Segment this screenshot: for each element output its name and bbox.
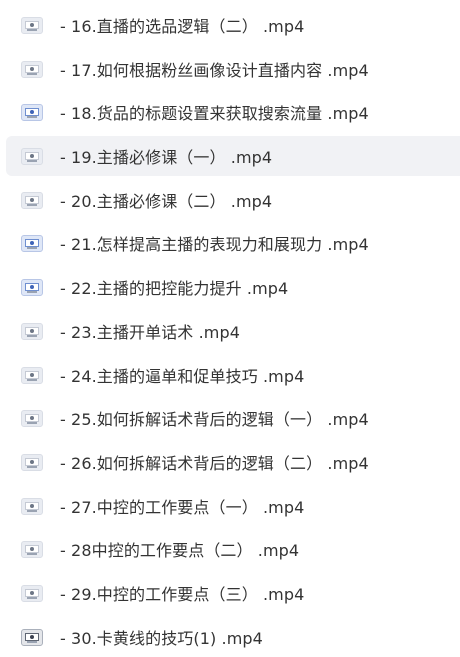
file-row[interactable]: - 17.如何根据粉丝画像设计直播内容 .mp4 [6, 49, 460, 89]
file-row[interactable]: - 21.怎样提高主播的表现力和展现力 .mp4 [6, 223, 460, 263]
file-row[interactable]: - 18.货品的标题设置来获取搜索流量 .mp4 [6, 92, 460, 132]
file-name: - 26.如何拆解话术背后的逻辑（二） .mp4 [60, 454, 369, 473]
file-row[interactable]: - 28中控的工作要点（二） .mp4 [6, 529, 460, 569]
file-name: - 18.货品的标题设置来获取搜索流量 .mp4 [60, 104, 369, 123]
video-thumbnail-icon [21, 584, 43, 602]
video-thumbnail-icon [21, 366, 43, 384]
file-name: - 29.中控的工作要点（三） .mp4 [60, 585, 305, 604]
file-name: - 23.主播开单话术 .mp4 [60, 323, 240, 342]
file-name: - 25.如何拆解话术背后的逻辑（一） .mp4 [60, 410, 369, 429]
video-thumbnail-icon [21, 322, 43, 340]
file-row-selected[interactable]: - 19.主播必修课（一） .mp4 [6, 136, 460, 176]
video-thumbnail-icon [21, 191, 43, 209]
file-row[interactable]: - 30.卡黄线的技巧(1) .mp4 [6, 617, 460, 657]
file-name: - 22.主播的把控能力提升 .mp4 [60, 279, 289, 298]
file-name: - 20.主播必修课（二） .mp4 [60, 192, 273, 211]
file-name: - 27.中控的工作要点（一） .mp4 [60, 498, 305, 517]
video-thumbnail-icon [21, 234, 43, 252]
video-thumbnail-icon [21, 540, 43, 558]
file-name: - 21.怎样提高主播的表现力和展现力 .mp4 [60, 235, 369, 254]
video-thumbnail-icon [21, 147, 43, 165]
video-thumbnail-icon [21, 103, 43, 121]
video-thumbnail-icon [21, 60, 43, 78]
video-thumbnail-icon [21, 453, 43, 471]
file-row[interactable]: - 20.主播必修课（二） .mp4 [6, 180, 460, 220]
file-name: - 24.主播的逼单和促单技巧 .mp4 [60, 367, 305, 386]
file-list: - 16.直播的选品逻辑（二） .mp4 - 17.如何根据粉丝画像设计直播内容… [0, 0, 460, 654]
video-thumbnail-icon [21, 497, 43, 515]
file-name: - 30.卡黄线的技巧(1) .mp4 [60, 629, 263, 648]
file-name: - 28中控的工作要点（二） .mp4 [60, 541, 300, 560]
video-thumbnail-icon [21, 409, 43, 427]
file-name: - 17.如何根据粉丝画像设计直播内容 .mp4 [60, 61, 369, 80]
file-row[interactable]: - 16.直播的选品逻辑（二） .mp4 [6, 5, 460, 45]
file-row[interactable]: - 24.主播的逼单和促单技巧 .mp4 [6, 355, 460, 395]
file-row[interactable]: - 22.主播的把控能力提升 .mp4 [6, 267, 460, 307]
file-name: - 19.主播必修课（一） .mp4 [60, 148, 273, 167]
video-thumbnail-icon [21, 278, 43, 296]
file-row[interactable]: - 29.中控的工作要点（三） .mp4 [6, 573, 460, 613]
file-row[interactable]: - 25.如何拆解话术背后的逻辑（一） .mp4 [6, 398, 460, 438]
video-thumbnail-icon [21, 628, 43, 646]
file-row[interactable]: - 27.中控的工作要点（一） .mp4 [6, 486, 460, 526]
file-name: - 16.直播的选品逻辑（二） .mp4 [60, 17, 305, 36]
file-row[interactable]: - 23.主播开单话术 .mp4 [6, 311, 460, 351]
video-thumbnail-icon [21, 16, 43, 34]
file-row[interactable]: - 26.如何拆解话术背后的逻辑（二） .mp4 [6, 442, 460, 482]
